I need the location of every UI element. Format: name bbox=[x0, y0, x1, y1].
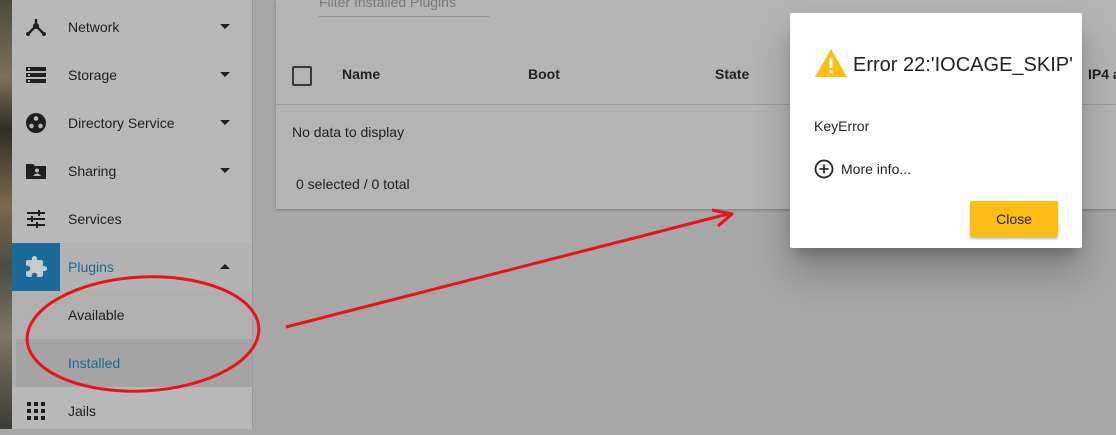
directory-service-icon bbox=[24, 111, 48, 135]
column-header-boot[interactable]: Boot bbox=[528, 66, 560, 82]
dialog-title: Error 22:'IOCAGE_SKIP' bbox=[853, 54, 1073, 76]
column-header-ip4[interactable]: IP4 a bbox=[1088, 66, 1116, 82]
error-dialog: Error 22:'IOCAGE_SKIP' KeyError More inf… bbox=[790, 13, 1082, 248]
close-button[interactable]: Close bbox=[970, 201, 1058, 237]
puzzle-icon bbox=[24, 255, 48, 279]
sidebar-item-sharing[interactable]: Sharing bbox=[12, 147, 252, 195]
chevron-up-icon bbox=[220, 264, 230, 269]
empty-table-message: No data to display bbox=[292, 124, 405, 140]
sidebar-item-label: Plugins bbox=[68, 259, 114, 275]
chevron-down-icon bbox=[220, 168, 230, 173]
grid-icon bbox=[24, 399, 48, 423]
sidebar-subitem-installed[interactable]: Installed bbox=[12, 339, 252, 387]
selection-count: 0 selected / 0 total bbox=[296, 176, 410, 192]
column-header-name[interactable]: Name bbox=[342, 66, 380, 82]
desktop-background bbox=[0, 0, 12, 429]
column-header-state[interactable]: State bbox=[715, 66, 749, 82]
more-info-label: More info... bbox=[841, 161, 912, 177]
filter-input[interactable]: Filter Installed Plugins bbox=[319, 0, 489, 17]
sidebar-item-network[interactable]: Network bbox=[12, 3, 252, 51]
warning-icon bbox=[815, 49, 847, 77]
add-circle-icon bbox=[814, 159, 834, 179]
submenu-indent-bar bbox=[12, 339, 16, 387]
chevron-down-icon bbox=[220, 72, 230, 77]
sidebar-item-label: Services bbox=[68, 211, 122, 227]
chevron-down-icon bbox=[220, 24, 230, 29]
select-all-checkbox[interactable] bbox=[292, 66, 312, 86]
sidebar-item-directory-service[interactable]: Directory Service bbox=[12, 99, 252, 147]
sidebar-item-label: Directory Service bbox=[68, 115, 175, 131]
sharing-folder-icon bbox=[24, 159, 48, 183]
network-icon bbox=[24, 15, 48, 39]
sidebar-item-label: Sharing bbox=[68, 163, 117, 179]
sidebar-item-label: Storage bbox=[68, 67, 118, 83]
sidebar-item-label: Network bbox=[68, 19, 120, 35]
sidebar: Network Storage Directory Service Sharin… bbox=[12, 0, 253, 429]
submenu-indent-bar bbox=[12, 291, 16, 339]
services-sliders-icon bbox=[24, 207, 48, 231]
sidebar-item-plugins[interactable]: Plugins bbox=[12, 243, 252, 291]
more-info-toggle[interactable]: More info... bbox=[814, 158, 911, 180]
sidebar-item-jails[interactable]: Jails bbox=[12, 387, 252, 435]
sidebar-item-label: Jails bbox=[68, 403, 97, 419]
sidebar-item-services[interactable]: Services bbox=[12, 195, 252, 243]
sidebar-subitem-label: Installed bbox=[68, 355, 121, 371]
sidebar-subitem-available[interactable]: Available bbox=[12, 291, 252, 339]
dialog-message: KeyError bbox=[814, 118, 870, 134]
chevron-down-icon bbox=[220, 120, 230, 125]
sidebar-subitem-label: Available bbox=[68, 307, 125, 323]
storage-icon bbox=[24, 63, 48, 87]
sidebar-item-storage[interactable]: Storage bbox=[12, 51, 252, 99]
